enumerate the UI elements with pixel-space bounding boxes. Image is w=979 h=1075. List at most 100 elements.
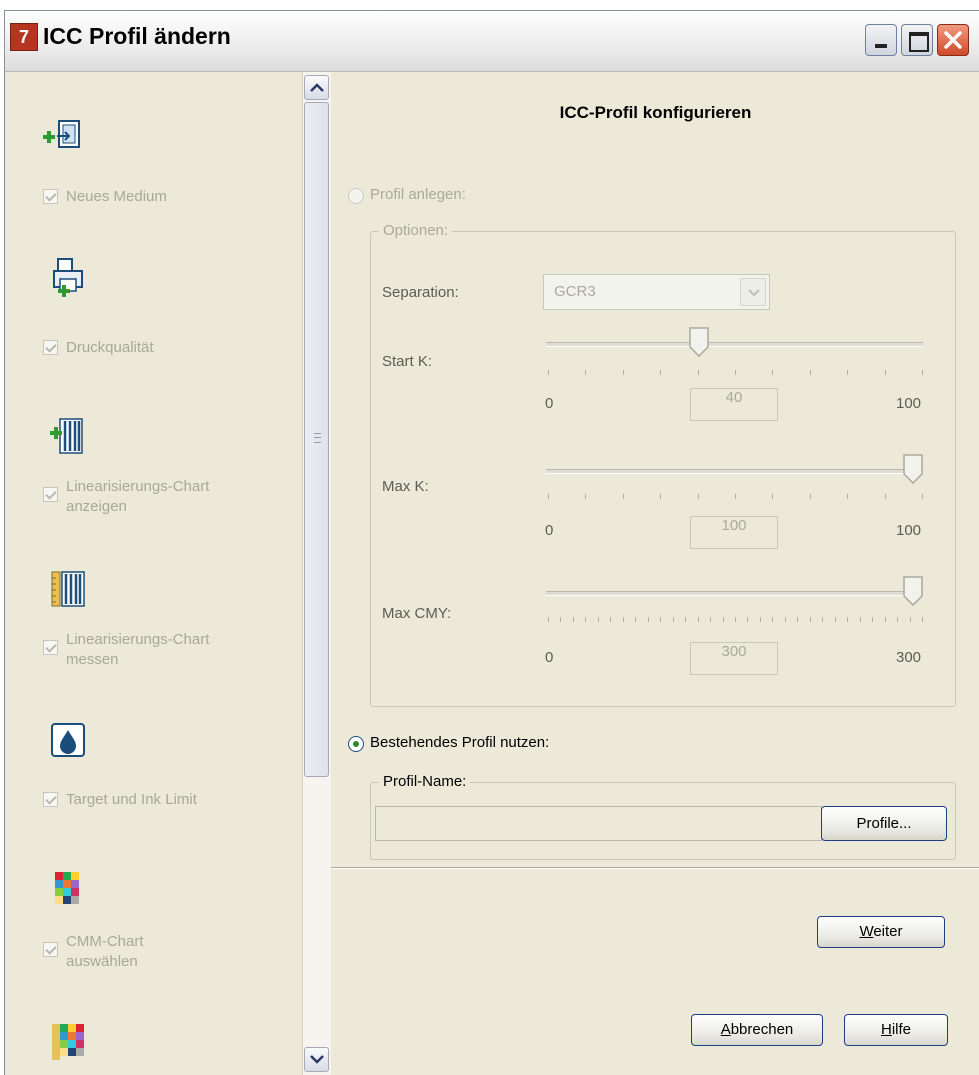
slider-tick: [623, 617, 624, 622]
use-existing-profile-radio[interactable]: [348, 736, 364, 752]
next-button[interactable]: Weiter: [817, 916, 945, 948]
create-profile-radio[interactable]: [348, 188, 364, 204]
start-k-min: 0: [545, 395, 554, 412]
chevron-up-icon: [310, 83, 324, 92]
slider-tick: [772, 370, 773, 375]
slider-tick: [847, 494, 848, 499]
start-k-max: 100: [896, 395, 922, 412]
scroll-thumb[interactable]: [304, 102, 329, 777]
step-label: Linearisierungs-Chart anzeigen: [66, 477, 209, 517]
slider-tick: [922, 370, 923, 375]
step-label-line: messen: [66, 651, 119, 668]
slider-tick: [810, 617, 811, 622]
max-cmy-min: 0: [545, 649, 554, 666]
step-label: Linearisierungs-Chart messen: [66, 630, 209, 670]
scroll-up-button[interactable]: [304, 75, 329, 100]
app-icon: 7: [10, 23, 38, 51]
next-label-rest: eiter: [873, 923, 903, 940]
max-k-slider-track[interactable]: [546, 469, 923, 474]
start-k-ticks: [548, 370, 923, 376]
step-label: CMM-Chart auswählen: [66, 932, 144, 972]
cancel-label-rest: bbrechen: [730, 1021, 794, 1038]
step-checkbox: [43, 792, 58, 807]
ink-drop-icon: [51, 723, 85, 757]
start-k-value[interactable]: 40: [690, 388, 778, 421]
slider-tick: [685, 617, 686, 622]
step-checkbox: [43, 340, 58, 355]
main-panel: ICC-Profil konfigurieren Profil anlegen:…: [331, 72, 979, 1075]
slider-tick: [922, 494, 923, 499]
max-cmy-ticks: [548, 617, 923, 623]
slider-tick: [723, 617, 724, 622]
page-title: ICC-Profil konfigurieren: [559, 103, 752, 122]
print-quality-icon: [53, 258, 83, 297]
cmm-chart-icon: [55, 872, 79, 904]
minimize-icon[interactable]: [865, 24, 897, 56]
scroll-down-button[interactable]: [304, 1047, 329, 1072]
slider-tick: [860, 617, 861, 622]
profiles-button[interactable]: Profile...: [821, 806, 947, 841]
slider-tick: [747, 617, 748, 622]
slider-tick: [797, 617, 798, 622]
linearization-chart-measure-icon: [51, 571, 85, 607]
max-k-value[interactable]: 100: [690, 516, 778, 549]
step-label: Target und Ink Limit: [66, 791, 197, 808]
slider-tick: [885, 370, 886, 375]
slider-tick: [835, 617, 836, 622]
close-icon[interactable]: [937, 24, 969, 56]
max-cmy-slider-track[interactable]: [546, 591, 923, 596]
dropdown-button[interactable]: [740, 278, 766, 306]
next-mnemonic: W: [859, 923, 874, 940]
new-media-icon: [43, 120, 80, 148]
help-button[interactable]: Hilfe: [844, 1014, 948, 1046]
max-cmy-slider-thumb[interactable]: [903, 576, 923, 606]
start-k-slider-track[interactable]: [546, 342, 923, 347]
start-k-slider-thumb[interactable]: [689, 327, 709, 357]
max-k-slider-thumb[interactable]: [903, 454, 923, 484]
color-chart-icon: [52, 1024, 84, 1060]
sidebar-scrollbar[interactable]: [302, 72, 331, 1075]
max-k-max: 100: [896, 522, 922, 539]
slider-tick: [772, 617, 773, 622]
step-label: Neues Medium: [66, 188, 167, 205]
chevron-down-icon: [310, 1055, 324, 1064]
chevron-down-icon: [748, 289, 760, 297]
slider-tick: [922, 617, 923, 622]
slider-tick: [710, 617, 711, 622]
step-label-line: anzeigen: [66, 498, 127, 515]
slider-tick: [585, 370, 586, 375]
max-k-label: Max K:: [382, 478, 429, 495]
slider-tick: [897, 617, 898, 622]
slider-tick: [648, 617, 649, 622]
use-existing-profile-label: Bestehendes Profil nutzen:: [370, 734, 550, 751]
slider-tick: [847, 617, 848, 622]
slider-tick: [610, 617, 611, 622]
max-cmy-max: 300: [896, 649, 922, 666]
slider-tick: [885, 494, 886, 499]
slider-tick: [623, 370, 624, 375]
slider-tick: [735, 370, 736, 375]
separation-select[interactable]: GCR3: [543, 274, 770, 310]
profile-name-legend: Profil-Name:: [379, 773, 471, 790]
maximize-icon[interactable]: [901, 24, 933, 56]
slider-tick: [673, 617, 674, 622]
separation-label: Separation:: [382, 284, 459, 301]
step-label: Druckqualität: [66, 339, 154, 356]
separator: [331, 867, 979, 869]
step-label-line: Linearisierungs-Chart: [66, 478, 210, 495]
slider-tick: [660, 370, 661, 375]
max-cmy-label: Max CMY:: [382, 605, 452, 622]
linearization-chart-show-icon: [50, 418, 83, 454]
step-label-line: Linearisierungs-Chart: [66, 631, 210, 648]
step-label-line: auswählen: [66, 953, 138, 970]
dialog-window: 7 ICC Profil ändern Neues Medium Druckqu…: [4, 10, 979, 1075]
slider-tick: [548, 370, 549, 375]
profile-name-field[interactable]: [375, 806, 822, 841]
slider-tick: [548, 494, 549, 499]
slider-tick: [585, 617, 586, 622]
max-cmy-value[interactable]: 300: [690, 642, 778, 675]
cancel-button[interactable]: Abbrechen: [691, 1014, 823, 1046]
slider-tick: [660, 494, 661, 499]
title-bar: 7 ICC Profil ändern: [5, 11, 979, 72]
slider-tick: [698, 494, 699, 499]
